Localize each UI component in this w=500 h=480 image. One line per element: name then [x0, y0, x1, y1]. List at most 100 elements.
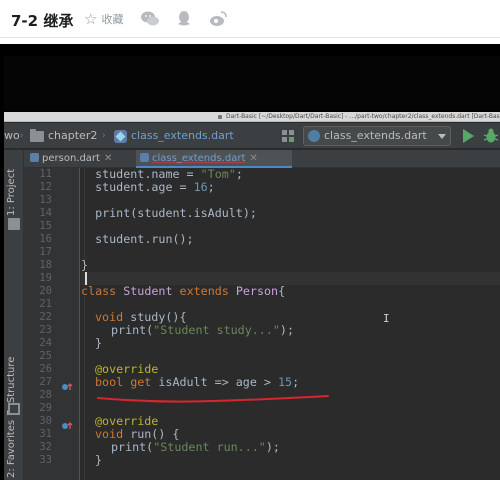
code-line-18: } — [81, 258, 89, 272]
code-line-32: print("Student run..."); — [111, 441, 280, 454]
tab-label: class_extends.dart — [152, 153, 246, 164]
build-project-icon[interactable] — [279, 127, 297, 145]
line-number: 28 — [39, 389, 52, 401]
page-title: 7-2 继承 — [11, 12, 74, 30]
keyword: get — [130, 375, 152, 389]
code-line-16: student.run(); — [81, 232, 194, 246]
code-line-33: } — [95, 453, 103, 467]
code-token: ); — [265, 440, 280, 454]
run-configuration-select[interactable]: class_extends.dart — [303, 126, 451, 146]
weibo-icon[interactable] — [208, 9, 228, 29]
code-line-12: student.age = 16; — [81, 181, 215, 194]
tab-person-dart[interactable]: person.dart ✕ — [26, 150, 132, 168]
keyword: class — [81, 284, 117, 298]
nav-crumb-file[interactable]: class_extends.dart — [131, 123, 234, 149]
tool-window-project[interactable]: 1: Project — [6, 154, 22, 216]
line-number: 16 — [39, 233, 52, 245]
number-literal: 16 — [193, 180, 208, 194]
crumb-separator-icon: › — [102, 131, 106, 141]
article-header: 7-2 继承 ☆ 收藏 — [0, 0, 500, 38]
line-number: 19 — [39, 272, 52, 284]
code-token: isAdult => age > — [151, 375, 278, 389]
tab-label: person.dart — [42, 153, 100, 164]
window-titlebar: Dart-Basic [~/Desktop/Dart/Dart-Basic] -… — [4, 112, 500, 122]
navigation-bar: wo › chapter2 › class_extends.dart class… — [4, 123, 500, 149]
qq-icon[interactable] — [174, 9, 194, 29]
chevron-down-icon — [438, 134, 446, 139]
dart-run-icon — [308, 130, 320, 142]
line-number: 26 — [39, 363, 52, 375]
line-number: 24 — [39, 337, 52, 349]
line-number: 12 — [39, 181, 52, 193]
code-line-24: } — [95, 336, 103, 350]
wechat-icon[interactable] — [140, 9, 160, 29]
video-letterbox — [4, 56, 500, 110]
line-number: 23 — [39, 324, 52, 336]
line-number: 17 — [39, 246, 52, 258]
dart-file-icon — [114, 130, 127, 143]
code-token: ; — [207, 180, 215, 194]
code-token: student.age = — [81, 180, 194, 194]
line-number: 30 — [39, 415, 52, 427]
ide-window: Dart-Basic [~/Desktop/Dart/Dart-Basic] -… — [4, 112, 500, 480]
line-number: 21 — [39, 298, 52, 310]
code-editor[interactable]: student.name = "Tom"; student.age = 16; … — [81, 168, 500, 480]
code-token: study(){ — [123, 310, 187, 324]
favorite-button[interactable]: ☆ 收藏 — [84, 11, 123, 27]
class-name: Person — [235, 284, 279, 298]
favorite-label: 收藏 — [101, 13, 124, 26]
line-number: 13 — [39, 194, 52, 206]
line-number: 14 — [39, 207, 52, 219]
line-number: 11 — [39, 168, 52, 180]
line-number: 22 — [39, 311, 52, 323]
crumb-separator-icon: › — [20, 131, 24, 141]
line-number: 27 — [39, 376, 52, 388]
code-token: ; — [235, 167, 243, 181]
tool-window-strip: 1: Project 7: Structure 2: Favorites ★ — [4, 150, 24, 480]
string-literal: "Tom" — [200, 167, 236, 181]
indent-guide — [84, 296, 85, 480]
run-configuration-label: class_extends.dart — [324, 129, 427, 142]
line-number: 29 — [39, 402, 52, 414]
code-token: run() { — [123, 427, 180, 441]
line-number: 25 — [39, 350, 52, 362]
nav-crumb-folder[interactable]: chapter2 — [48, 123, 97, 149]
structure-icon — [8, 403, 20, 415]
code-token: { — [278, 284, 286, 298]
code-token: ; — [292, 375, 300, 389]
override-marker-icon[interactable] — [61, 416, 73, 429]
dart-file-icon — [140, 153, 149, 162]
line-number: 18 — [39, 259, 52, 271]
keyword: void — [95, 427, 124, 441]
code-token: student.name = — [81, 167, 201, 181]
code-line-20: class Student extends Person{ — [81, 285, 285, 298]
project-icon — [8, 218, 20, 230]
red-underline-annotation — [97, 395, 329, 403]
folder-icon — [30, 129, 44, 142]
keyword: void — [95, 310, 124, 324]
line-number-gutter: 11 12 13 14 15 16 17 18 19 20 21 22 23 2… — [24, 168, 80, 480]
window-title: Dart-Basic [~/Desktop/Dart/Dart-Basic] -… — [226, 113, 500, 120]
mouse-ibeam-cursor: I — [383, 312, 390, 325]
code-token: print( — [111, 323, 154, 337]
line-number: 20 — [39, 285, 52, 297]
line-number: 33 — [39, 454, 52, 466]
override-marker-icon[interactable] — [61, 377, 73, 390]
run-button[interactable] — [459, 127, 477, 145]
debug-button[interactable] — [482, 127, 500, 145]
tool-window-favorites[interactable]: 2: Favorites — [6, 420, 22, 478]
nav-crumb-project[interactable]: wo — [4, 123, 20, 149]
close-icon[interactable]: ✕ — [249, 153, 257, 164]
string-literal: "Student run..." — [153, 440, 266, 454]
code-token: print( — [111, 440, 154, 454]
line-number: 31 — [39, 428, 52, 440]
star-icon: ☆ — [84, 10, 98, 28]
tab-class-extends-dart[interactable]: class_extends.dart ✕ — [136, 150, 292, 168]
keyword: bool — [95, 375, 124, 389]
string-literal: "Student study..." — [153, 323, 280, 337]
dart-file-icon — [30, 153, 39, 162]
editor-tabs: person.dart ✕ class_extends.dart ✕ — [4, 150, 500, 168]
code-line-27: bool get isAdult => age > 15; — [95, 376, 299, 389]
close-icon[interactable]: ✕ — [104, 153, 112, 164]
code-line-14: print(student.isAdult); — [81, 206, 257, 220]
